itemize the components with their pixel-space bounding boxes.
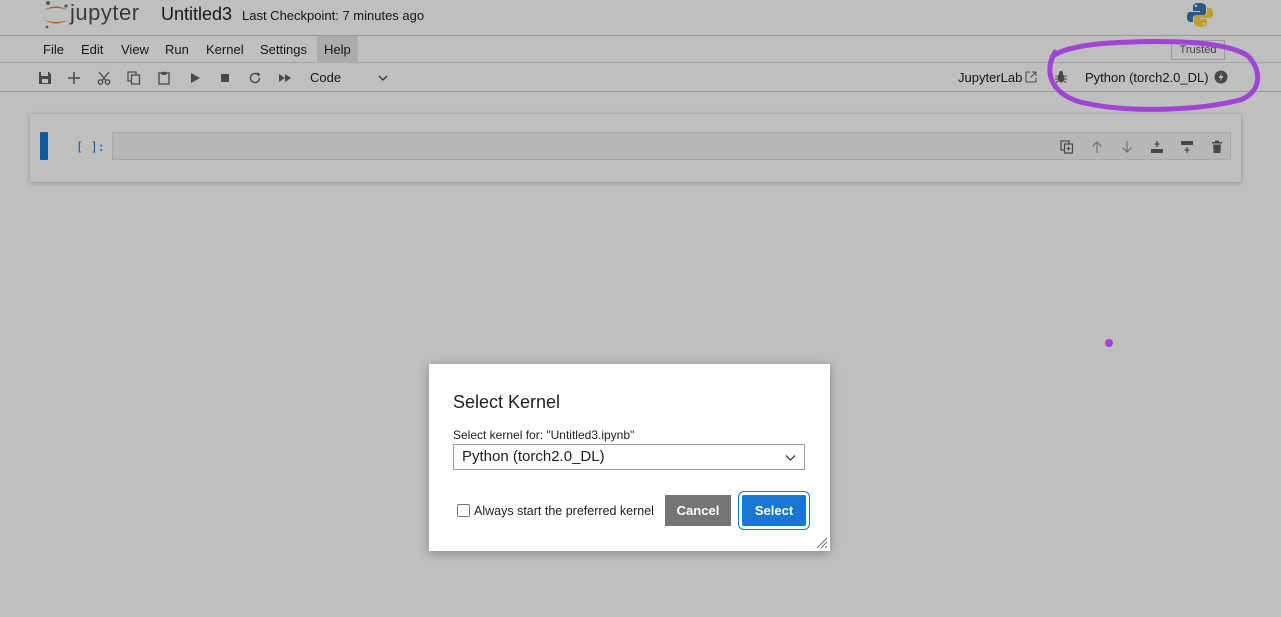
dialog-title: Select Kernel bbox=[453, 392, 561, 412]
select-kernel-dialog: Select Kernel Select kernel for: "Untitl… bbox=[429, 364, 830, 551]
resize-handle-icon[interactable] bbox=[816, 537, 828, 549]
select-button[interactable]: Select bbox=[738, 491, 810, 530]
preferred-kernel-checkbox[interactable] bbox=[457, 504, 470, 517]
chevron-down-icon bbox=[785, 455, 796, 461]
preferred-kernel-label[interactable]: Always start the preferred kernel bbox=[474, 504, 654, 518]
kernel-select-label: Select kernel for: "Untitled3.ipynb" bbox=[453, 428, 635, 442]
kernel-select-value: Python (torch2.0_DL) bbox=[462, 448, 605, 465]
kernel-select[interactable]: Python (torch2.0_DL) bbox=[453, 444, 805, 470]
cancel-button[interactable]: Cancel bbox=[665, 495, 731, 526]
